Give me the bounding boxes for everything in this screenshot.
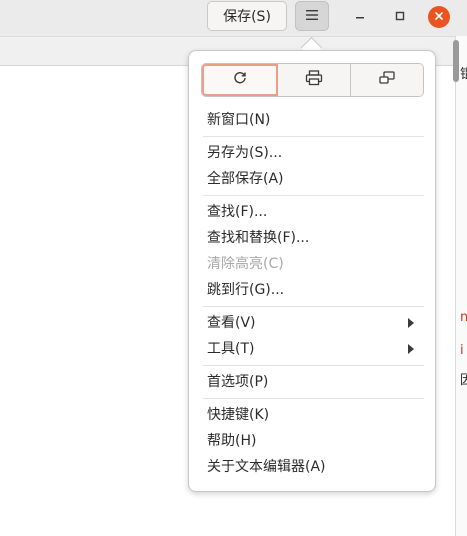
menu-item-label: 全部保存(A) [207, 171, 284, 187]
edge-text: 因 [460, 373, 467, 388]
menu-item-find[interactable]: 查找(F)... [190, 199, 434, 225]
app-menu-popover: 新窗口(N) 另存为(S)... 全部保存(A) 查找(F)... 查找和替换(… [188, 50, 436, 492]
fullscreen-button[interactable] [351, 64, 423, 96]
edge-text: i [460, 343, 464, 358]
minimize-button[interactable] [349, 6, 371, 28]
menu-item-find-replace[interactable]: 查找和替换(F)... [190, 225, 434, 251]
close-icon [434, 9, 444, 25]
fullscreen-icon [378, 71, 396, 89]
edge-text: 锟 [460, 67, 467, 82]
submenu-arrow-icon [408, 344, 414, 354]
maximize-icon [395, 9, 405, 25]
menu-item-help[interactable]: 帮助(H) [190, 428, 434, 454]
menu-item-view[interactable]: 查看(V) [190, 310, 434, 336]
popover-toolbar [201, 63, 424, 97]
maximize-button[interactable] [389, 6, 411, 28]
menu-item-label: 跳到行(G)... [207, 282, 285, 298]
menu-separator [203, 398, 424, 399]
menu-item-label: 新窗口(N) [207, 112, 271, 128]
menu-item-label: 查找和替换(F)... [207, 230, 310, 246]
menu-item-label: 快捷键(K) [207, 407, 270, 423]
menu-item-label: 查找(F)... [207, 204, 268, 220]
menu-separator [203, 365, 424, 366]
scrollbar[interactable] [453, 40, 459, 82]
submenu-arrow-icon [408, 318, 414, 328]
menu-list: 新窗口(N) 另存为(S)... 全部保存(A) 查找(F)... 查找和替换(… [190, 107, 434, 480]
minimize-icon [355, 9, 365, 25]
menu-item-label: 工具(T) [207, 341, 255, 357]
menu-item-label: 另存为(S)... [207, 145, 283, 161]
side-panel [455, 36, 467, 536]
menu-item-label: 清除高亮(C) [207, 256, 284, 272]
menu-item-tools[interactable]: 工具(T) [190, 336, 434, 362]
menu-item-label: 首选项(P) [207, 374, 269, 390]
menu-item-preferences[interactable]: 首选项(P) [190, 369, 434, 395]
reload-icon [232, 70, 248, 90]
menu-item-new-window[interactable]: 新窗口(N) [190, 107, 434, 133]
menu-item-save-all[interactable]: 全部保存(A) [190, 166, 434, 192]
print-icon [305, 70, 323, 90]
menu-item-go-to-line[interactable]: 跳到行(G)... [190, 277, 434, 303]
close-button[interactable] [428, 6, 450, 28]
menu-button[interactable] [295, 1, 329, 31]
edge-text: n [460, 310, 467, 325]
menu-item-label: 查看(V) [207, 315, 256, 331]
save-button-label: 保存(S) [223, 9, 271, 25]
menu-separator [203, 195, 424, 196]
menu-item-save-as[interactable]: 另存为(S)... [190, 140, 434, 166]
menu-item-about[interactable]: 关于文本编辑器(A) [190, 454, 434, 480]
reload-button[interactable] [202, 64, 278, 96]
print-button[interactable] [278, 64, 351, 96]
menu-separator [203, 306, 424, 307]
save-button[interactable]: 保存(S) [207, 1, 287, 31]
menu-item-clear-highlight: 清除高亮(C) [190, 251, 434, 277]
hamburger-icon [306, 8, 318, 24]
menu-item-label: 关于文本编辑器(A) [207, 459, 326, 475]
menu-item-shortcuts[interactable]: 快捷键(K) [190, 402, 434, 428]
menu-item-label: 帮助(H) [207, 433, 257, 449]
menu-separator [203, 136, 424, 137]
